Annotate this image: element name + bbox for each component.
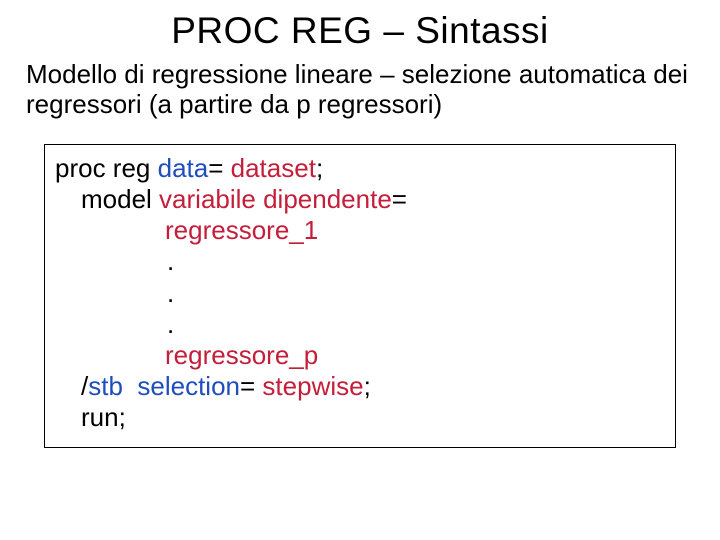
- page-subtitle: Modello di regressione lineare – selezio…: [0, 60, 720, 134]
- slide: PROC REG – Sintassi Modello di regressio…: [0, 0, 720, 540]
- code-token: regressore_p: [165, 340, 318, 370]
- page-title: PROC REG – Sintassi: [0, 0, 720, 60]
- code-token: stb: [88, 371, 137, 401]
- code-token: .: [167, 278, 174, 308]
- code-token: proc reg: [55, 153, 158, 183]
- code-line-5: regressore_p: [55, 340, 665, 371]
- code-token: model: [81, 184, 159, 214]
- code-line-1: proc reg data= dataset;: [55, 153, 665, 184]
- code-line-3: regressore_1: [55, 215, 665, 246]
- code-line-7: run;: [55, 402, 665, 433]
- code-token: .: [167, 309, 174, 339]
- code-token: ;: [316, 153, 323, 183]
- code-token: =: [392, 184, 407, 214]
- code-token: dataset: [231, 153, 316, 183]
- code-token: selection: [137, 371, 240, 401]
- code-token: run: [81, 402, 119, 432]
- code-token: stepwise: [262, 371, 363, 401]
- code-line-6: /stb selection= stepwise;: [55, 371, 665, 402]
- code-token: =: [208, 153, 230, 183]
- code-line-dot: .: [55, 309, 665, 340]
- code-token: ;: [364, 371, 371, 401]
- code-line-dot: .: [55, 278, 665, 309]
- code-token: .: [167, 246, 174, 276]
- code-token: =: [240, 371, 262, 401]
- code-line-2: model variabile dipendente=: [55, 184, 665, 215]
- code-line-dot: .: [55, 246, 665, 277]
- code-box: proc reg data= dataset; model variabile …: [44, 144, 676, 449]
- code-token: variabile dipendente: [159, 184, 392, 214]
- code-token: data: [158, 153, 209, 183]
- code-token: ;: [119, 402, 126, 432]
- code-token: regressore_1: [165, 215, 318, 245]
